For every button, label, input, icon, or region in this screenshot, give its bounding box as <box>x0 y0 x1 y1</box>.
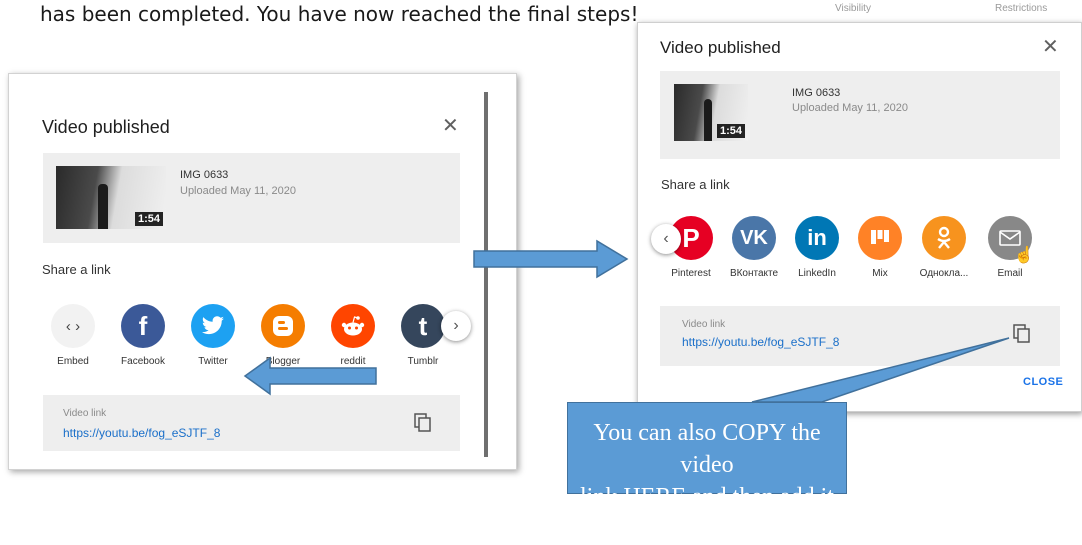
callout-line-2: link HERE and then add it in a <box>580 484 834 542</box>
callout-box: You can also COPY the video link HERE an… <box>567 402 847 542</box>
callout-text: You can also COPY the video link HERE an… <box>568 417 846 545</box>
callout-pointer <box>751 337 1010 403</box>
annotation-arrows <box>243 239 1010 403</box>
arrow-left-annotation <box>243 356 377 396</box>
callout-line-1: You can also COPY the video <box>593 420 821 478</box>
arrow-right-annotation <box>473 239 629 279</box>
